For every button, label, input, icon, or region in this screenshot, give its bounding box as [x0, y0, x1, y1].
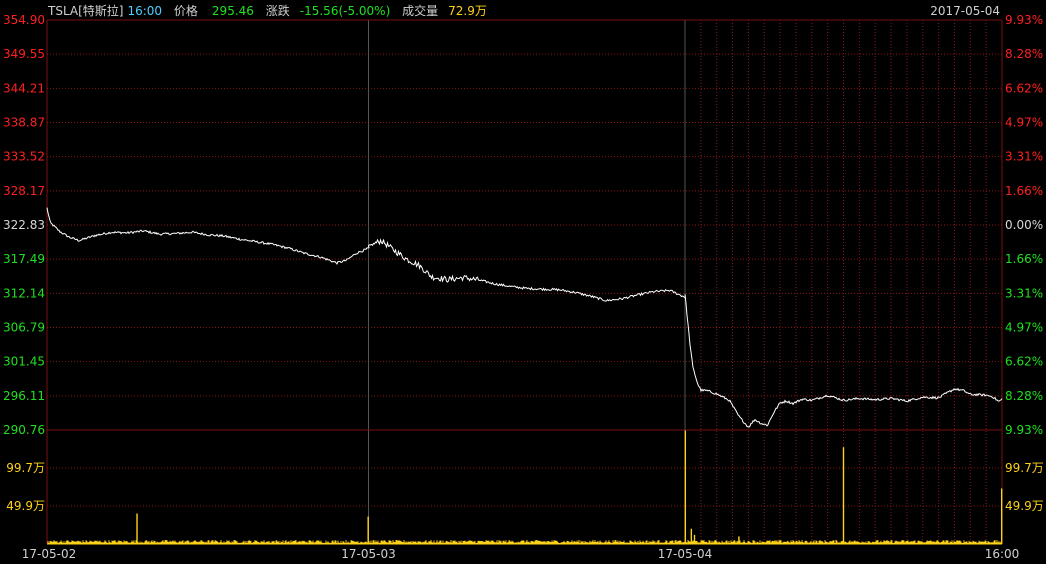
y-tick-right: 1.66% [1005, 252, 1043, 266]
y-tick-right: 6.62% [1005, 355, 1043, 369]
stock-chart: 354.90 9.93% 349.55 8.28% 344.21 6.62% 338.87 4… [3, 13, 1044, 561]
y-tick-left: 328.17 [3, 184, 45, 198]
y-tick-left: 306.79 [3, 321, 45, 335]
y-tick-right: 0.00% [1005, 218, 1043, 232]
date-label: 2017-05-04 [930, 4, 1000, 18]
y-tick-left: 349.55 [3, 47, 45, 61]
vol-tick-right: 99.7万 [1005, 461, 1044, 475]
price-value: 295.46 [211, 4, 254, 18]
x-tick-label: 17-05-03 [341, 547, 395, 561]
y-tick-left: 296.11 [3, 389, 45, 403]
time-label: 16:00 [127, 4, 163, 18]
y-tick-left: 354.90 [3, 13, 45, 27]
chart-grid [46, 19, 1003, 545]
change-value: -15.56(-5.00%) [299, 4, 391, 18]
y-tick-right: 4.97% [1005, 116, 1043, 130]
x-tick-label: 16:00 [985, 547, 1020, 561]
x-tick-label: 17-05-04 [658, 547, 712, 561]
vol-tick-left: 49.9万 [6, 499, 45, 513]
y-tick-right: 3.31% [1005, 286, 1043, 300]
price-caption: 价格 [173, 4, 198, 18]
volume-caption: 成交量 [402, 4, 439, 18]
vol-tick-left: 99.7万 [6, 461, 45, 475]
vol-tick-right: 49.9万 [1005, 499, 1044, 513]
y-tick-left: 338.87 [3, 116, 45, 130]
y-tick-left: 333.52 [3, 150, 45, 164]
price-line [46, 207, 1003, 428]
y-tick-right: 9.93% [1005, 13, 1043, 27]
y-tick-right: 3.31% [1005, 150, 1043, 164]
y-tick-right: 8.28% [1005, 389, 1043, 403]
quote-header: TSLA[特斯拉] 16:00 价格 295.46 涨跌 -15.56(-5.00%)… [48, 3, 495, 19]
price-series-line [46, 207, 1003, 428]
y-tick-right: 8.28% [1005, 47, 1043, 61]
y-tick-left: 317.49 [3, 252, 45, 266]
y-tick-left: 344.21 [3, 81, 45, 95]
y-tick-right: 4.97% [1005, 321, 1043, 335]
y-tick-left: 322.83 [3, 218, 45, 232]
y-tick-right: 9.93% [1005, 423, 1043, 437]
y-tick-left: 312.14 [3, 286, 45, 300]
y-tick-left: 301.45 [3, 355, 45, 369]
y-tick-right: 6.62% [1005, 81, 1043, 95]
volume-value: 72.9万 [448, 4, 487, 18]
y-tick-right: 1.66% [1005, 184, 1043, 198]
symbol-label: TSLA[特斯拉] [48, 4, 124, 18]
y-tick-left: 290.76 [3, 423, 45, 437]
change-caption: 涨跌 [265, 4, 290, 18]
volume-bars [47, 430, 1003, 544]
x-tick-label: 17-05-02 [22, 547, 76, 561]
